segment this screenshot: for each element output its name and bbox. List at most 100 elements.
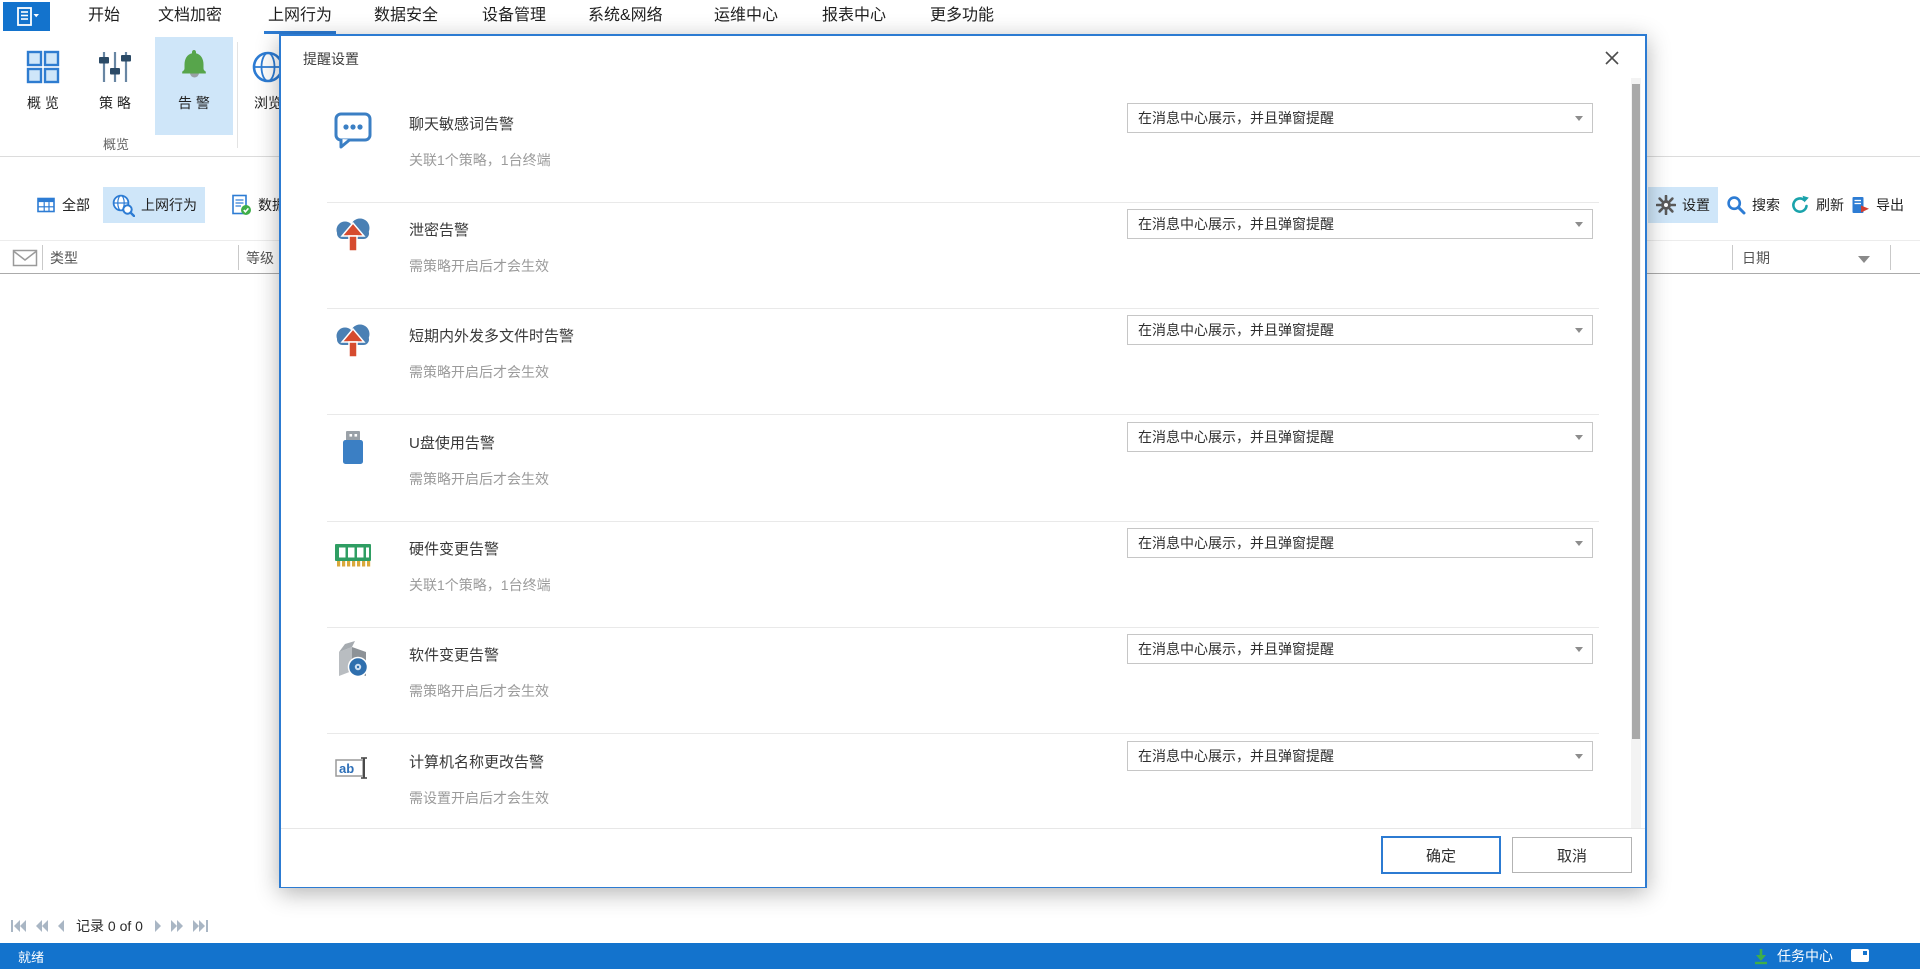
ribbon-separator [237, 42, 238, 148]
dropdown-caret-icon [1575, 116, 1583, 121]
refresh-icon [1790, 195, 1810, 215]
scrollbar-thumb[interactable] [1632, 84, 1640, 739]
policy-sliders-icon [97, 45, 133, 89]
dropdown-caret-icon [1575, 754, 1583, 759]
notify-mode-select[interactable]: 在消息中心展示，并且弹窗提醒 [1127, 315, 1593, 345]
column-separator [42, 245, 43, 270]
reminder-settings-dialog: 提醒设置 聊天敏感词告警 关联1个策略，1台终端 在消息中心展示，并且弹窗提醒 [279, 34, 1647, 888]
message-window-icon[interactable] [1850, 948, 1870, 964]
next-group-icon[interactable] [170, 919, 185, 933]
alert-row-hardware-change: 硬件变更告警 关联1个策略，1台终端 在消息中心展示，并且弹窗提醒 [281, 522, 1645, 628]
notify-mode-select[interactable]: 在消息中心展示，并且弹窗提醒 [1127, 528, 1593, 558]
all-table-icon [36, 195, 56, 215]
filter-all-button[interactable]: 全部 [28, 187, 98, 223]
svg-text:ab: ab [339, 761, 354, 776]
row-separator [327, 733, 1599, 734]
dialog-footer: 确定 取消 [281, 828, 1645, 887]
rename-ab-icon: ab [333, 747, 373, 787]
notify-mode-select[interactable]: 在消息中心展示，并且弹窗提醒 [1127, 422, 1593, 452]
ribbon-group-label: 概览 [86, 134, 146, 153]
filter-web-behavior-button[interactable]: 上网行为 [103, 187, 205, 223]
cloud-upload-icon [333, 321, 373, 361]
tab-report-center[interactable]: 报表中心 [818, 0, 890, 31]
alert-title: U盘使用告警 [409, 432, 495, 453]
alert-subtitle: 需策略开启后才会生效 [409, 681, 549, 701]
alert-row-usb-usage: U盘使用告警 需策略开启后才会生效 在消息中心展示，并且弹窗提醒 [281, 416, 1645, 522]
prev-group-icon[interactable] [34, 919, 49, 933]
ribbon-item-alert[interactable]: 告 警 [155, 37, 233, 135]
tab-system-network[interactable]: 系统&网络 [584, 0, 667, 31]
alert-bell-icon [175, 45, 213, 89]
first-page-icon[interactable] [10, 919, 27, 933]
status-ready-label: 就绪 [18, 947, 44, 966]
dropdown-caret-icon [1575, 222, 1583, 227]
app-menu-button[interactable] [3, 2, 50, 31]
date-filter-caret-icon[interactable] [1858, 256, 1870, 263]
alert-subtitle: 需策略开启后才会生效 [409, 362, 549, 382]
column-separator [238, 245, 239, 270]
column-header-date[interactable]: 日期 [1742, 248, 1770, 268]
row-separator [327, 414, 1599, 415]
settings-button[interactable]: 设置 [1648, 187, 1718, 223]
close-icon[interactable] [1601, 47, 1623, 69]
dropdown-caret-icon [1575, 647, 1583, 652]
software-box-icon [333, 640, 373, 680]
pagination-bar: 记录 0 of 0 [10, 912, 209, 940]
status-bar: 就绪 任务中心 [0, 943, 1920, 969]
last-page-icon[interactable] [192, 919, 209, 933]
alert-title: 聊天敏感词告警 [409, 113, 514, 134]
next-page-icon[interactable] [154, 919, 163, 933]
alert-subtitle: 需策略开启后才会生效 [409, 256, 549, 276]
record-count-label: 记录 0 of 0 [76, 916, 143, 936]
usb-drive-icon [333, 428, 373, 468]
tab-web-behavior[interactable]: 上网行为 [264, 0, 336, 34]
task-center-button[interactable]: 任务中心 [1752, 943, 1833, 969]
mail-column-icon [12, 248, 38, 268]
prev-page-icon[interactable] [56, 919, 65, 933]
tab-more-functions[interactable]: 更多功能 [926, 0, 998, 31]
alert-title: 泄密告警 [409, 219, 469, 240]
notify-mode-select[interactable]: 在消息中心展示，并且弹窗提醒 [1127, 741, 1593, 771]
dropdown-caret-icon [1575, 435, 1583, 440]
cloud-upload-icon [333, 215, 373, 255]
web-behavior-icon [111, 193, 135, 217]
tab-doc-encrypt[interactable]: 文档加密 [154, 0, 226, 31]
ribbon-item-overview[interactable]: 概 览 [12, 37, 74, 135]
column-header-level[interactable]: 等级 [246, 248, 274, 268]
search-icon [1726, 195, 1746, 215]
alert-title: 短期内外发多文件时告警 [409, 325, 574, 346]
search-button[interactable]: 搜索 [1718, 187, 1788, 223]
ram-icon [333, 534, 373, 574]
column-header-type[interactable]: 类型 [50, 248, 78, 268]
cancel-button[interactable]: 取消 [1512, 837, 1632, 873]
chat-bubble-icon [333, 109, 373, 149]
data-doc-icon [230, 194, 252, 216]
alert-subtitle: 关联1个策略，1台终端 [409, 575, 551, 595]
settings-gear-icon [1656, 195, 1676, 215]
alert-subtitle: 需设置开启后才会生效 [409, 788, 549, 808]
tab-ops-center[interactable]: 运维中心 [710, 0, 782, 31]
export-button[interactable]: 导出 [1842, 187, 1912, 223]
download-icon [1752, 947, 1770, 965]
menu-bar: 开始 文档加密 上网行为 数据安全 设备管理 系统&网络 运维中心 报表中心 更… [0, 0, 1920, 34]
ok-button[interactable]: 确定 [1381, 836, 1501, 874]
overview-grid-icon [25, 45, 61, 89]
ribbon-item-policy[interactable]: 策 略 [84, 37, 146, 135]
application-window: 开始 文档加密 上网行为 数据安全 设备管理 系统&网络 运维中心 报表中心 更… [0, 0, 1920, 969]
notify-mode-select[interactable]: 在消息中心展示，并且弹窗提醒 [1127, 103, 1593, 133]
alert-row-multi-file-send: 短期内外发多文件时告警 需策略开启后才会生效 在消息中心展示，并且弹窗提醒 [281, 309, 1645, 415]
column-separator [1890, 245, 1891, 270]
app-menu-icon [13, 6, 41, 28]
modal-scrollbar[interactable] [1631, 78, 1641, 828]
notify-mode-select[interactable]: 在消息中心展示，并且弹窗提醒 [1127, 634, 1593, 664]
alert-row-chat-keywords: 聊天敏感词告警 关联1个策略，1台终端 在消息中心展示，并且弹窗提醒 [281, 97, 1645, 203]
tab-device-mgmt[interactable]: 设备管理 [478, 0, 550, 31]
notify-mode-select[interactable]: 在消息中心展示，并且弹窗提醒 [1127, 209, 1593, 239]
dialog-title: 提醒设置 [303, 49, 359, 69]
tab-start[interactable]: 开始 [84, 0, 124, 31]
alert-title: 计算机名称更改告警 [409, 751, 544, 772]
alert-title: 硬件变更告警 [409, 538, 499, 559]
alert-subtitle: 关联1个策略，1台终端 [409, 150, 551, 170]
alert-row-computer-rename: ab 计算机名称更改告警 需设置开启后才会生效 在消息中心展示，并且弹窗提醒 [281, 735, 1645, 841]
tab-data-security[interactable]: 数据安全 [370, 0, 442, 31]
